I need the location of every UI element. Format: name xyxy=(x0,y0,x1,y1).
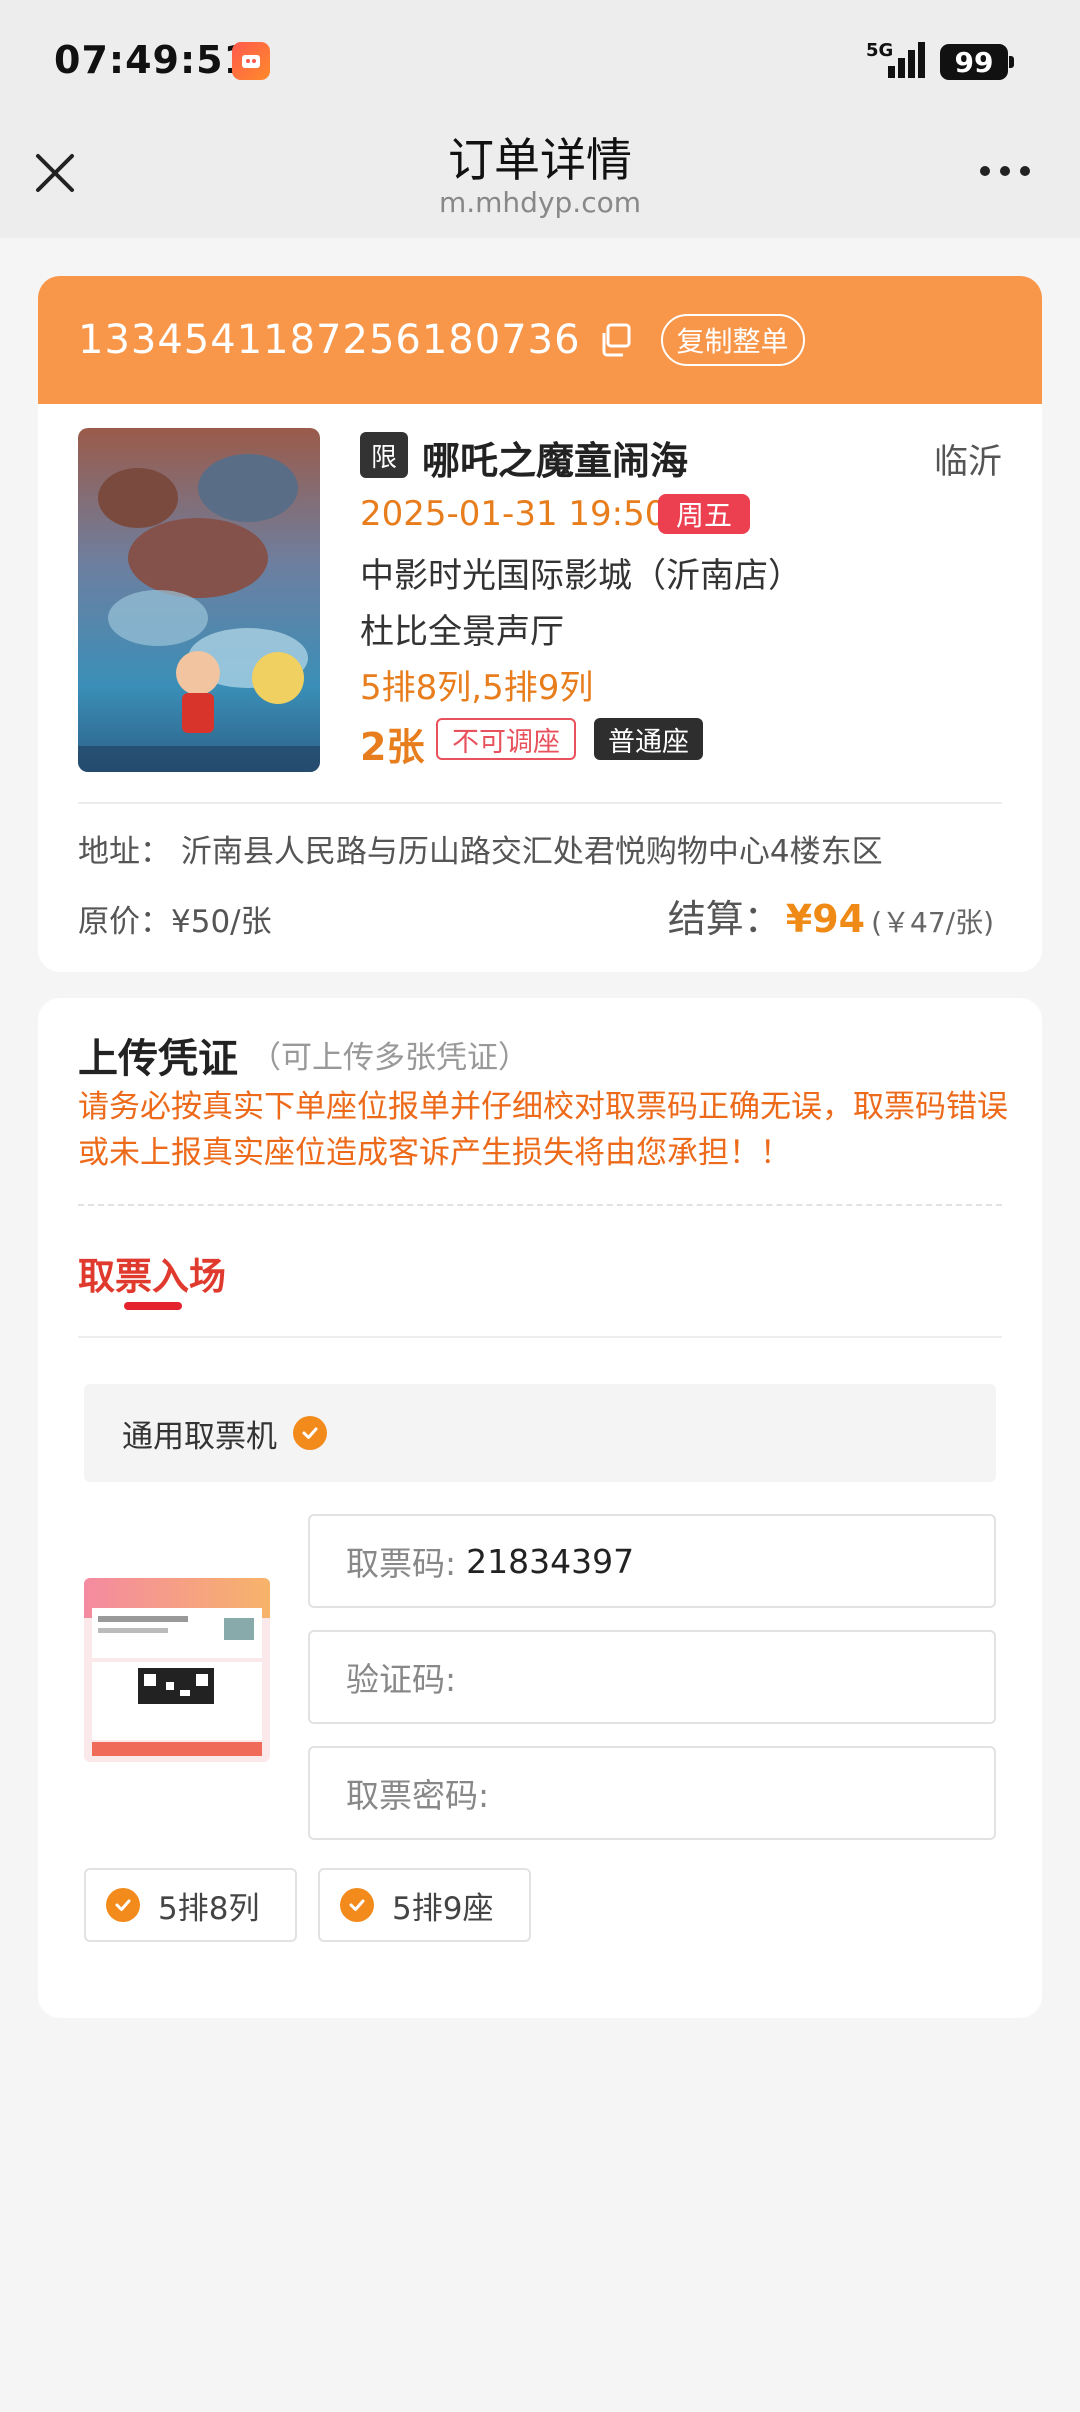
movie-title: 哪吒之魔童闹海 xyxy=(422,439,689,483)
seat-list: 5排8列,5排9列 xyxy=(360,668,594,708)
original-price: 原价：¥50/张 xyxy=(78,904,272,940)
copy-all-button[interactable]: 复制整单 xyxy=(660,314,805,366)
divider xyxy=(78,802,1002,804)
order-number: 1334541187256180736 xyxy=(78,317,581,363)
order-header: 1334541187256180736 复制整单 xyxy=(38,276,1042,404)
showtime: 2025-01-31 19:50 xyxy=(360,494,667,534)
settle-per-ticket: (￥47/张) xyxy=(871,906,994,939)
more-icon[interactable] xyxy=(978,164,1032,178)
divider xyxy=(78,1336,1002,1338)
pickup-code-field[interactable]: 取票码: 21834397 xyxy=(308,1514,996,1608)
signal-icon xyxy=(888,42,925,78)
check-icon xyxy=(106,1888,140,1922)
city-label: 临沂 xyxy=(934,442,1002,482)
tab-pickup[interactable]: 取票入场 xyxy=(78,1246,226,1300)
check-icon xyxy=(293,1416,327,1450)
seat-chip-label: 5排8列 xyxy=(158,1890,260,1927)
battery-level: 99 xyxy=(954,45,994,79)
pickup-code-value: 21834397 xyxy=(466,1541,635,1581)
settle-label: 结算： xyxy=(667,897,782,941)
cinema-address: 地址： 沂南县人民路与历山路交汇处君悦购物中心4楼东区 xyxy=(78,834,883,870)
upload-card: 上传凭证 （可上传多张凭证） 请务必按真实下单座位报单并仔细校对取票码正确无误，… xyxy=(38,998,1042,2018)
settle-amount: ¥94 xyxy=(785,897,866,941)
seat-chip-label: 5排9座 xyxy=(392,1890,494,1927)
app-notification-icon xyxy=(232,42,270,80)
page-domain: m.mhdyp.com xyxy=(438,186,641,219)
battery-icon: 99 xyxy=(940,44,1014,80)
dashed-divider xyxy=(78,1204,1002,1206)
pickup-password-label: 取票密码: xyxy=(346,1776,490,1815)
machine-label: 通用取票机 xyxy=(122,1418,277,1455)
tab-indicator xyxy=(124,1302,182,1310)
check-icon xyxy=(340,1888,374,1922)
no-adjust-badge: 不可调座 xyxy=(436,718,576,760)
weekday-badge: 周五 xyxy=(658,494,751,534)
status-time: 07:49:51 xyxy=(54,38,252,82)
copy-icon[interactable] xyxy=(597,322,633,358)
pickup-password-field[interactable]: 取票密码: xyxy=(308,1746,996,1840)
verify-code-field[interactable]: 验证码: xyxy=(308,1630,996,1724)
seat-type-badge: 普通座 xyxy=(594,718,703,760)
hall-name: 杜比全景声厅 xyxy=(360,612,564,652)
upload-title: 上传凭证 xyxy=(78,1036,238,1082)
upload-hint: （可上传多张凭证） xyxy=(250,1040,529,1076)
verify-code-label: 验证码: xyxy=(346,1660,457,1699)
ticket-count: 2张 xyxy=(360,725,425,769)
warning-text: 请务必按真实下单座位报单并仔细校对取票码正确无误，取票码错误或未上报真实座位造成… xyxy=(78,1089,1008,1171)
movie-poster[interactable] xyxy=(78,428,320,772)
top-bar: 07:49:51 5G 99 订单详情 m.mhdyp.com xyxy=(0,0,1080,238)
seat-chip[interactable]: 5排8列 xyxy=(84,1868,298,1942)
page-title: 订单详情 xyxy=(448,133,632,187)
order-card: 1334541187256180736 复制整单 限 哪吒之魔童闹海 临沂 20… xyxy=(38,276,1042,972)
pickup-code-label: 取票码: xyxy=(346,1544,457,1583)
ticket-machine-option[interactable]: 通用取票机 xyxy=(84,1384,996,1482)
limited-tag: 限 xyxy=(360,432,408,478)
settlement: 结算： ¥94 (￥47/张) xyxy=(668,888,994,943)
seat-chip[interactable]: 5排9座 xyxy=(318,1868,532,1942)
cinema-name: 中影时光国际影城（沂南店） xyxy=(360,556,802,596)
voucher-image[interactable] xyxy=(84,1578,270,1762)
